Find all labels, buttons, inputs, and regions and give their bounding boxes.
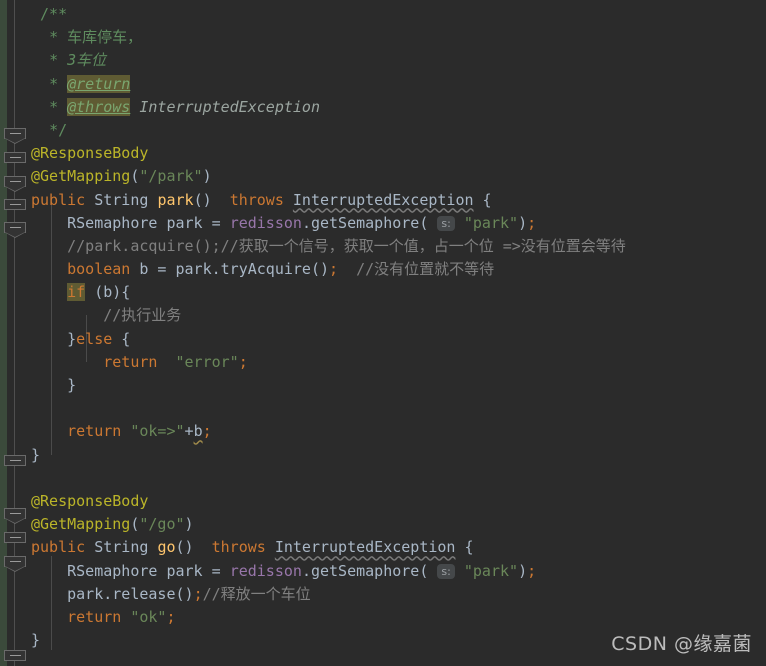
javadoc-star: * (49, 51, 59, 70)
code-line-13[interactable]: if (b){ (31, 281, 766, 304)
type-rsemaphore: RSemaphore (67, 213, 158, 232)
code-line-16[interactable]: return "error"; (31, 351, 766, 374)
field-redisson-2: redisson (229, 561, 302, 580)
annotation-getmapping: @GetMapping (31, 167, 131, 186)
fold-marker-park-close[interactable] (4, 455, 26, 470)
fold-marker-javadoc-end[interactable] (4, 128, 26, 144)
string-park: "park" (463, 213, 519, 232)
method-name-park: park (157, 190, 194, 209)
string-park-2: "park" (463, 561, 519, 580)
fold-marker-annotation-4[interactable] (4, 532, 26, 547)
code-line-5[interactable]: * @throws InterruptedException (31, 96, 766, 119)
comment-release: //释放一个车位 (202, 584, 311, 603)
javadoc-text-spaces: 3车位 (67, 51, 107, 70)
code-line-6[interactable]: */ (31, 119, 766, 142)
code-line-1[interactable]: /** (31, 3, 766, 26)
code-line-2[interactable]: * 车库停车， (31, 26, 766, 49)
keyword-throws-2: throws (211, 538, 266, 557)
javadoc-tag-throws: @throws (67, 97, 131, 116)
exception-type-interrupted-2: InterruptedException (274, 538, 456, 557)
annotation-responsebody-2: @ResponseBody (31, 491, 149, 510)
code-content[interactable]: /** * 车库停车， * 3车位 * @return * @throws In… (31, 0, 766, 666)
type-string: String (94, 190, 149, 209)
code-line-7[interactable]: @ResponseBody (31, 142, 766, 165)
code-line-12[interactable]: boolean b = park.tryAcquire(); //没有位置就不等… (31, 258, 766, 281)
type-string-2: String (94, 538, 149, 557)
comment-nowait: //没有位置就不等待 (356, 260, 495, 279)
code-line-4[interactable]: * @return (31, 73, 766, 96)
code-line-9[interactable]: public String park() throws InterruptedE… (31, 189, 766, 212)
javadoc-close: */ (49, 120, 68, 139)
code-line-21[interactable] (31, 467, 766, 490)
fold-marker-annotation-3[interactable] (4, 508, 26, 524)
code-line-18[interactable] (31, 397, 766, 420)
var-park-ref-2: park (67, 584, 104, 603)
type-rsemaphore-2: RSemaphore (67, 561, 158, 580)
code-line-20[interactable]: } (31, 444, 766, 467)
call-release: .release() (103, 584, 194, 603)
string-ok-arrow: "ok=>" (130, 422, 185, 441)
keyword-if: if (67, 283, 86, 302)
code-line-17[interactable]: } (31, 374, 766, 397)
javadoc-open: /** (40, 5, 68, 23)
code-line-27[interactable]: return "ok"; (31, 606, 766, 629)
fold-marker-go-close[interactable] (4, 650, 26, 665)
javadoc-star: * (49, 97, 59, 116)
keyword-public-2: public (31, 538, 86, 557)
comment-acquire: //park.acquire();//获取一个信号，获取一个值，占一个位 =>没… (67, 236, 626, 255)
code-line-23[interactable]: @GetMapping("/go") (31, 513, 766, 536)
code-line-8[interactable]: @GetMapping("/park") (31, 165, 766, 188)
code-line-14[interactable]: //执行业务 (31, 304, 766, 327)
javadoc-star: * (49, 74, 59, 93)
comment-business: //执行业务 (103, 306, 182, 325)
code-line-25[interactable]: RSemaphore park = redisson.getSemaphore(… (31, 560, 766, 583)
var-park-2: park (166, 561, 203, 580)
field-redisson: redisson (229, 213, 302, 232)
fold-marker-method-park[interactable] (4, 199, 26, 214)
code-line-24[interactable]: public String go() throws InterruptedExc… (31, 536, 766, 559)
keyword-return-error: return (103, 352, 158, 371)
var-park-ref: park (175, 260, 212, 279)
annotation-getmapping-2: @GetMapping (31, 515, 131, 534)
mapping-path-park: "/park" (139, 167, 203, 186)
keyword-public: public (31, 190, 86, 209)
call-getsemaphore: .getSemaphore( (301, 213, 429, 232)
javadoc-star: * (49, 28, 59, 47)
csdn-watermark: CSDN @缘嘉菌 (611, 633, 752, 655)
code-line-11[interactable]: //park.acquire();//获取一个信号，获取一个值，占一个位 =>没… (31, 235, 766, 258)
fold-marker-method-park-end[interactable] (4, 222, 26, 238)
code-line-26[interactable]: park.release();//释放一个车位 (31, 583, 766, 606)
string-error: "error" (175, 352, 239, 371)
fold-marker-annotation-1[interactable] (4, 152, 26, 167)
param-hint-s: s: (437, 215, 455, 231)
javadoc-tag-return: @return (67, 74, 131, 93)
exception-type-interrupted: InterruptedException (292, 190, 474, 209)
code-line-22[interactable]: @ResponseBody (31, 490, 766, 513)
param-hint-s-2: s: (437, 563, 455, 579)
editor-gutter[interactable] (0, 0, 31, 666)
call-tryacquire: .tryAcquire() (211, 260, 330, 279)
keyword-throws: throws (229, 190, 284, 209)
javadoc-text-parking: 车库停车， (67, 28, 143, 47)
keyword-return-ok-b: return (67, 422, 122, 441)
code-line-10[interactable]: RSemaphore park = redisson.getSemaphore(… (31, 212, 766, 235)
annotation-responsebody: @ResponseBody (31, 144, 149, 163)
keyword-boolean: boolean (67, 260, 131, 279)
code-line-15[interactable]: }else { (31, 328, 766, 351)
mapping-path-go: "/go" (139, 515, 185, 534)
string-ok: "ok" (130, 607, 167, 626)
method-name-go: go (157, 538, 176, 557)
var-b-ref: b (193, 422, 203, 441)
javadoc-exception-name: InterruptedException (139, 97, 320, 116)
call-getsemaphore-2: .getSemaphore( (301, 561, 429, 580)
fold-marker-annotation-2[interactable] (4, 176, 26, 192)
var-park: park (166, 213, 203, 232)
code-line-3[interactable]: * 3车位 (31, 49, 766, 72)
code-line-19[interactable]: return "ok=>"+b; (31, 420, 766, 443)
fold-marker-method-go[interactable] (4, 556, 26, 572)
keyword-return-ok: return (67, 607, 122, 626)
keyword-else: else (76, 329, 113, 348)
code-editor[interactable]: /** * 车库停车， * 3车位 * @return * @throws In… (0, 0, 766, 666)
